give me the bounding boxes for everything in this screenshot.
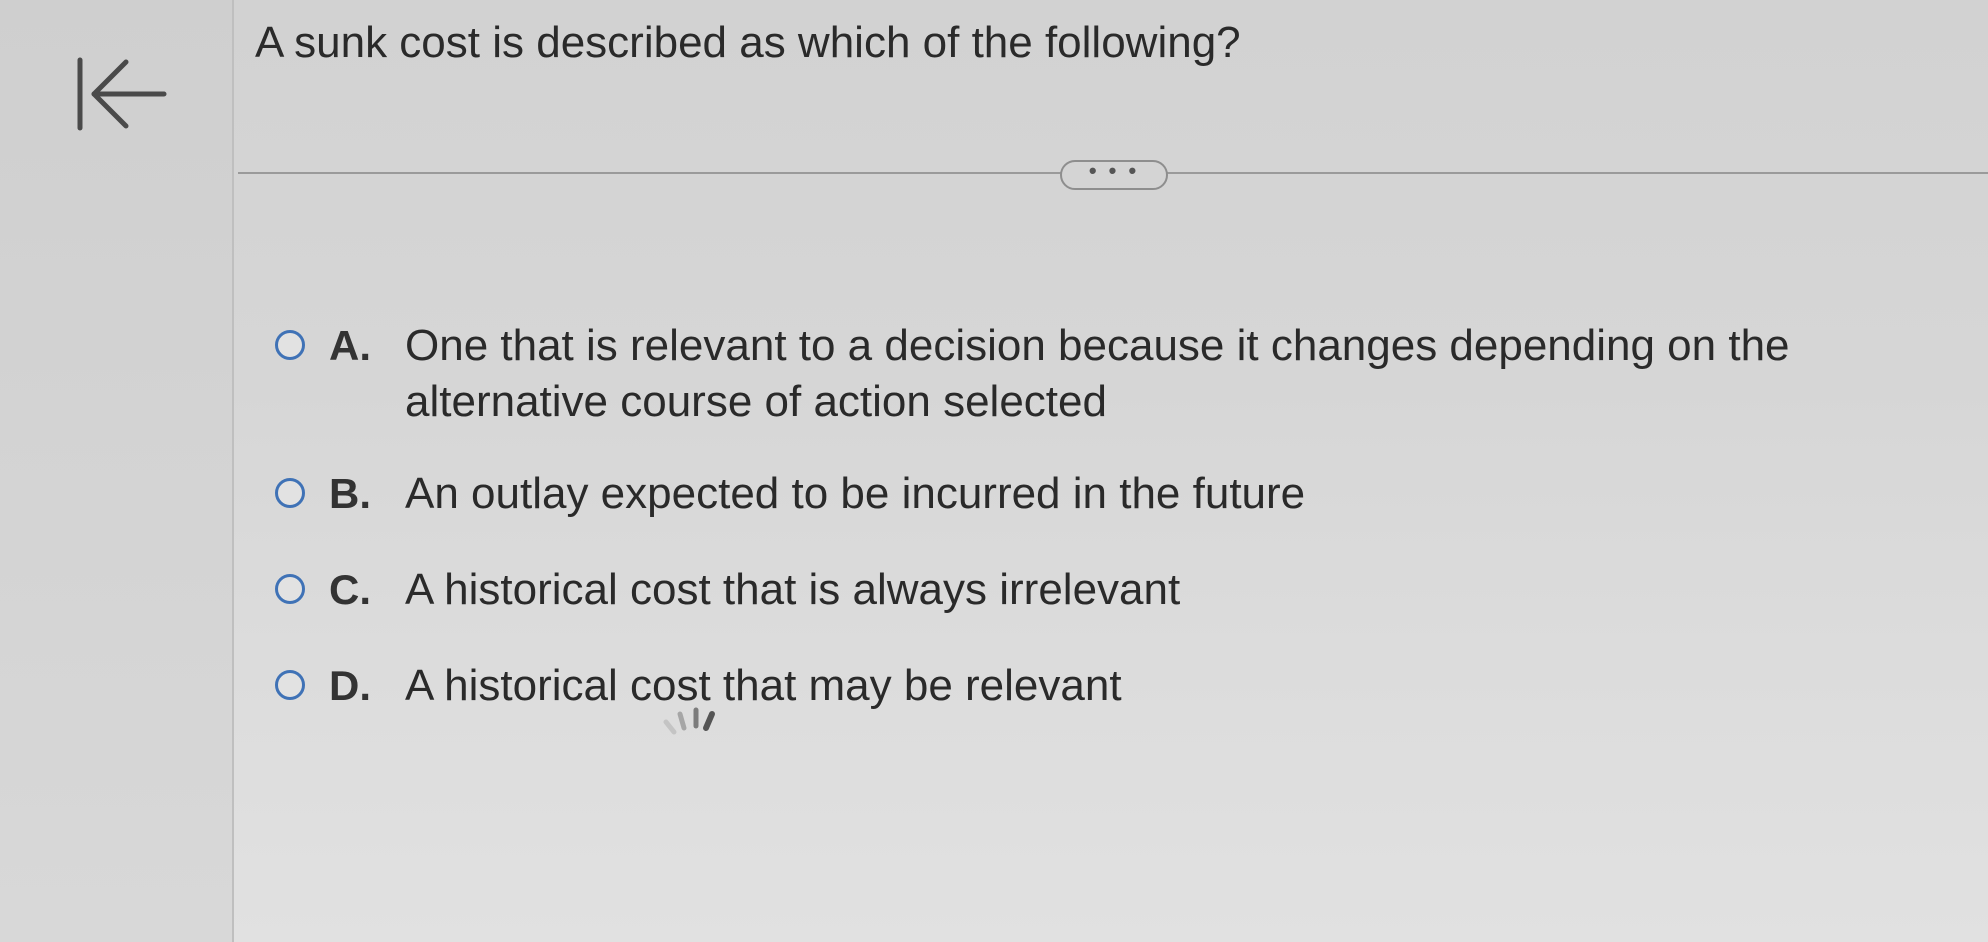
radio-button-b[interactable] [275,478,305,508]
option-d-letter: D. [329,662,371,709]
question-text: A sunk cost is described as which of the… [255,18,1241,67]
radio-button-d[interactable] [275,670,305,700]
option-a[interactable]: A. One that is relevant to a decision be… [275,318,1875,430]
option-b-text: An outlay expected to be incurred in the… [405,469,1306,518]
radio-button-a[interactable] [275,330,305,360]
option-b-letter: B. [329,470,371,517]
option-c-text: A historical cost that is always irrelev… [405,565,1181,614]
more-button-label: • • • [1088,158,1140,183]
back-to-start-icon [77,57,167,131]
loading-spinner-icon [663,707,715,735]
radio-button-c[interactable] [275,574,305,604]
more-options-button[interactable]: • • • [1060,160,1168,190]
option-c-letter: C. [329,566,371,613]
option-d[interactable]: D. A historical cost that may be relevan… [275,658,1875,714]
left-nav-panel [0,0,234,942]
back-to-start-button[interactable] [74,56,170,132]
option-a-letter: A. [329,322,371,369]
option-c[interactable]: C. A historical cost that is always irre… [275,562,1875,618]
option-b[interactable]: B. An outlay expected to be incurred in … [275,466,1875,522]
option-a-text: One that is relevant to a decision becau… [405,321,1790,426]
option-d-text: A historical cost that may be relevant [405,661,1122,710]
